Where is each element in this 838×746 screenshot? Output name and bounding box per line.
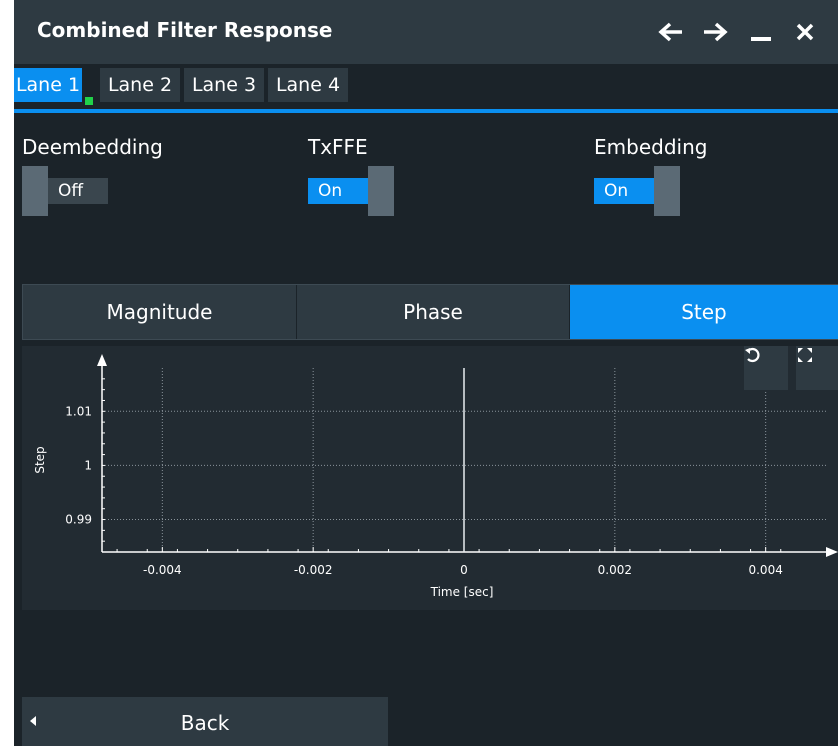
view-selector: Magnitude Phase Step bbox=[22, 284, 838, 340]
y-axis-title: Step bbox=[33, 446, 47, 473]
embedding-toggle-knob bbox=[654, 166, 680, 216]
deembedding-toggle-knob bbox=[22, 166, 48, 216]
back-arrow-icon[interactable] bbox=[654, 14, 688, 50]
txffe-toggle[interactable]: On bbox=[308, 166, 394, 216]
x-tick-label-2: 0 bbox=[460, 563, 468, 577]
lane-tabs: Lane 1 Lane 2 Lane 3 Lane 4 bbox=[14, 64, 838, 110]
y-tick-label-1: 1 bbox=[84, 458, 92, 472]
back-button[interactable]: Back bbox=[22, 697, 388, 746]
tab-lane-4[interactable]: Lane 4 bbox=[268, 68, 348, 102]
phase-button[interactable]: Phase bbox=[297, 285, 569, 339]
tab-lane-3-label: Lane 3 bbox=[191, 74, 257, 96]
txffe-label: TxFFE bbox=[308, 135, 368, 159]
tab-lane-1-label: Lane 1 bbox=[15, 74, 81, 96]
x-axis-title: Time [sec] bbox=[430, 585, 494, 599]
x-tick-label-4: 0.004 bbox=[748, 563, 782, 577]
txffe-toggle-knob bbox=[368, 166, 394, 216]
step-chart: -0.004 -0.002 0 0.002 0.004 1.01 1 0.99 Time [se… bbox=[33, 354, 838, 599]
minimize-icon[interactable] bbox=[744, 14, 778, 50]
fullscreen-button[interactable] bbox=[796, 346, 838, 390]
tab-lane-3[interactable]: Lane 3 bbox=[184, 68, 264, 102]
left-edge-strip bbox=[0, 0, 14, 746]
deembedding-toggle[interactable]: Off bbox=[22, 166, 108, 216]
x-tick-label-1: -0.002 bbox=[294, 563, 333, 577]
x-tick-label-3: 0.002 bbox=[598, 563, 632, 577]
embedding-label: Embedding bbox=[594, 135, 708, 159]
back-button-label: Back bbox=[180, 711, 230, 735]
reset-zoom-button[interactable] bbox=[744, 346, 788, 390]
tab-lane-4-label: Lane 4 bbox=[275, 74, 341, 96]
deembedding-label: Deembedding bbox=[22, 135, 163, 159]
tab-underline bbox=[14, 109, 838, 113]
deembedding-toggle-state: Off bbox=[48, 178, 108, 204]
lane-active-indicator bbox=[85, 97, 93, 105]
step-plot: -0.004 -0.002 0 0.002 0.004 1.01 1 0.99 Time [se… bbox=[22, 346, 838, 610]
y-axis-arrow bbox=[97, 354, 107, 366]
embedding-toggle-state: On bbox=[594, 178, 654, 204]
x-axis-arrow bbox=[826, 547, 838, 557]
window-title: Combined Filter Response bbox=[37, 18, 333, 42]
tab-lane-2-label: Lane 2 bbox=[107, 74, 173, 96]
y-tick-label-2: 0.99 bbox=[65, 513, 92, 527]
tab-lane-2[interactable]: Lane 2 bbox=[100, 68, 180, 102]
y-tick-label-0: 1.01 bbox=[65, 404, 92, 418]
x-tick-label-0: -0.004 bbox=[143, 563, 182, 577]
forward-arrow-icon[interactable] bbox=[698, 14, 732, 50]
txffe-toggle-state: On bbox=[308, 178, 368, 204]
tab-lane-1[interactable]: Lane 1 bbox=[14, 68, 82, 102]
close-icon[interactable] bbox=[788, 14, 822, 50]
title-bar: Combined Filter Response bbox=[14, 0, 838, 64]
step-button[interactable]: Step bbox=[570, 285, 838, 339]
magnitude-button[interactable]: Magnitude bbox=[23, 285, 296, 339]
embedding-toggle[interactable]: On bbox=[594, 166, 680, 216]
